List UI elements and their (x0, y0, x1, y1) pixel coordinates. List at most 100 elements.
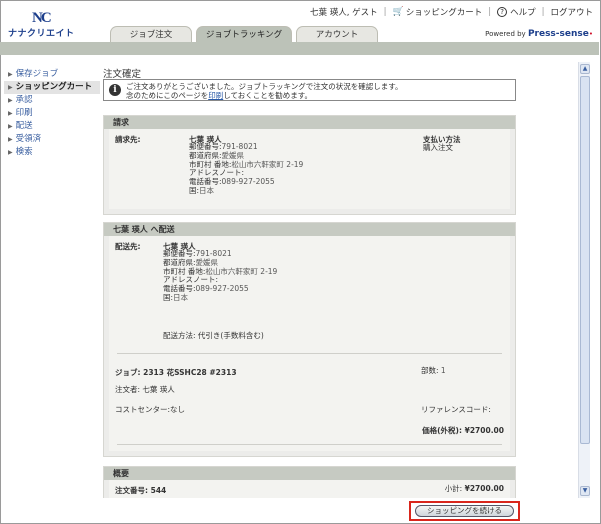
info-icon: i (109, 84, 121, 96)
notice-box: i ご注文ありがとうございました。ジョブトラッキングで注文の状況を確認します。 … (103, 79, 516, 101)
summary-header: 概要 (104, 467, 515, 480)
scroll-up-icon[interactable]: ▲ (580, 64, 590, 74)
arrow-icon: ▶ (8, 71, 13, 78)
arrow-icon: ▶ (8, 97, 13, 104)
scroll-thumb[interactable] (580, 76, 590, 444)
prefecture-value: 愛媛県 (195, 257, 219, 267)
prefecture-label: 都道府県: (189, 150, 222, 160)
postal-label: 郵便番号: (163, 249, 196, 258)
shipping-method-value: 代引き(手数料含む) (197, 331, 264, 340)
scrollbar[interactable]: ▲ ▼ (578, 62, 590, 498)
content-area: 注文確定 i ご注文ありがとうございました。ジョブトラッキングで注文の状況を確認… (103, 62, 575, 498)
notice-line-1: ご注文ありがとうございました。ジョブトラッキングで注文の状況を確認します。 (126, 82, 403, 91)
divider: | (488, 7, 492, 17)
copies-value: 1 (440, 366, 446, 375)
order-number: 注文番号: 544 (115, 485, 166, 496)
continue-highlight: ショッピングを続ける (409, 501, 520, 521)
prefecture-value: 愛媛県 (221, 150, 245, 160)
sidebar-item-label: 承認 (15, 95, 33, 105)
shipping-method: 配送方法: 代引き(手数料含む) (163, 331, 264, 341)
notice-line-2-end: しておくことを勧めます。 (223, 91, 313, 100)
reference-code-label: リファレンスコード: (421, 405, 491, 414)
logo-text: ナナクリエイト (8, 29, 75, 39)
tab-account[interactable]: アカウント (296, 26, 378, 43)
sidebar-item-received[interactable]: ▶ 受領済 (4, 133, 100, 146)
tab-job-order[interactable]: ジョブ注文 (110, 26, 192, 43)
job-title: ジョブ: 2313 花SSHC28 #2313 (115, 368, 237, 377)
postal-label: 郵便番号: (189, 142, 222, 151)
logout-link[interactable]: ログアウト (550, 6, 593, 18)
sidebar-item-shipping[interactable]: ▶ 配送 (4, 120, 100, 133)
cart-link[interactable]: ショッピングカート (406, 6, 483, 18)
sidebar-item-label: 配送 (15, 121, 33, 131)
cost-center-label: コストセンター: (115, 405, 171, 414)
phone-value: 089-927-2055 (195, 284, 249, 294)
help-icon[interactable]: ? (497, 7, 508, 17)
sidebar-item-label: 保存ジョブ (15, 69, 59, 79)
logo: NC ナナクリエイト (8, 10, 90, 39)
sidebar-item-print[interactable]: ▶ 印刷 (4, 107, 100, 120)
notice-line-2: 念のためにこのページを (126, 91, 209, 100)
sidebar-item-label: 受領済 (15, 134, 42, 144)
arrow-icon: ▶ (8, 149, 13, 156)
price: 価格(外税): ¥2700.00 (422, 425, 504, 436)
sidebar-item-shopping-cart[interactable]: ▶ ショッピングカート (4, 81, 100, 94)
powered-brand: Press-sense (527, 29, 589, 39)
country-value: 日本 (199, 185, 215, 195)
user-name: 七葉 瑛人, ゲスト (310, 8, 378, 18)
tab-job-tracking[interactable]: ジョブトラッキング (196, 26, 292, 43)
prefecture-label: 都道府県: (163, 257, 196, 267)
copies-label: 部数: (421, 366, 439, 375)
billing-address: 郵便番号:791-8021 都道府県:愛媛県 市町村 番地:松山市六軒家町 2-… (189, 142, 304, 196)
page-title: 注文確定 (103, 69, 142, 80)
phone-label: 電話番号: (163, 284, 196, 294)
divider: | (541, 7, 545, 17)
billing-body: 請求先: 七葉 瑛人 郵便番号:791-8021 都道府県:愛媛県 市町村 番地… (109, 129, 510, 209)
country-value: 日本 (173, 292, 189, 302)
city-value: 松山市六軒家町 2-19 (205, 266, 278, 276)
tab-bar (0, 42, 599, 55)
logo-mark: NC (32, 10, 52, 26)
price-value: ¥2700.00 (464, 426, 504, 435)
phone-label: 電話番号: (189, 177, 222, 187)
sidebar-item-label: 検索 (15, 147, 33, 157)
billing-header: 請求 (104, 116, 515, 129)
shipping-header: 七葉 瑛人 へ配送 (104, 223, 515, 236)
sidebar-item-search[interactable]: ▶ 検索 (4, 146, 100, 159)
main-tabs: ジョブ注文 ジョブトラッキング アカウント (110, 26, 382, 43)
subtotal: 小計: ¥2700.00 (445, 484, 504, 494)
order-number-value: 544 (150, 486, 167, 495)
sidebar-item-approval[interactable]: ▶ 承認 (4, 94, 100, 107)
sidebar-item-label: 印刷 (15, 108, 33, 118)
city-label: 市町村 番地: (163, 266, 206, 276)
arrow-icon: ▶ (8, 110, 13, 117)
orderer-value: 七葉 瑛人 (142, 385, 175, 394)
summary-body: 注文番号: 544 小計: ¥2700.00 (109, 480, 510, 498)
sidebar-item-saved-jobs[interactable]: ▶ 保存ジョブ (4, 68, 100, 81)
continue-shopping-button[interactable]: ショッピングを続ける (415, 505, 514, 517)
sidebar-item-label: ショッピングカート (15, 82, 93, 92)
city-value: 松山市六軒家町 2-19 (231, 159, 304, 169)
cart-icon[interactable]: 🛒 (392, 7, 403, 17)
orderer: 注文者: 七葉 瑛人 (115, 385, 175, 395)
divider (117, 444, 502, 445)
billing-panel: 請求 請求先: 七葉 瑛人 郵便番号:791-8021 都道府県:愛媛県 市町村… (103, 115, 516, 215)
cost-center-value: なし (170, 405, 186, 414)
payment-value: 購入注文 (423, 143, 453, 152)
postal-value: 791-8021 (221, 142, 258, 151)
subtotal-value: ¥2700.00 (464, 484, 504, 493)
brand-dot-icon: • (588, 30, 593, 38)
order-number-label: 注文番号: (115, 486, 148, 495)
top-nav: 七葉 瑛人, ゲスト | 🛒 ショッピングカート | ? ヘルプ | ログアウト (310, 6, 593, 18)
city-label: 市町村 番地: (189, 159, 232, 169)
copies: 部数: 1 (421, 366, 446, 376)
divider (117, 353, 502, 354)
country-label: 国: (189, 185, 200, 195)
arrow-icon: ▶ (8, 123, 13, 130)
phone-value: 089-927-2055 (221, 177, 275, 187)
scroll-down-icon[interactable]: ▼ (580, 486, 590, 496)
help-link[interactable]: ヘルプ (510, 6, 536, 18)
shipping-body: 配送先: 七葉 瑛人 郵便番号:791-8021 都道府県:愛媛県 市町村 番地… (109, 236, 510, 451)
print-link[interactable]: 印刷 (208, 91, 223, 100)
orderer-label: 注文者: (115, 385, 141, 394)
